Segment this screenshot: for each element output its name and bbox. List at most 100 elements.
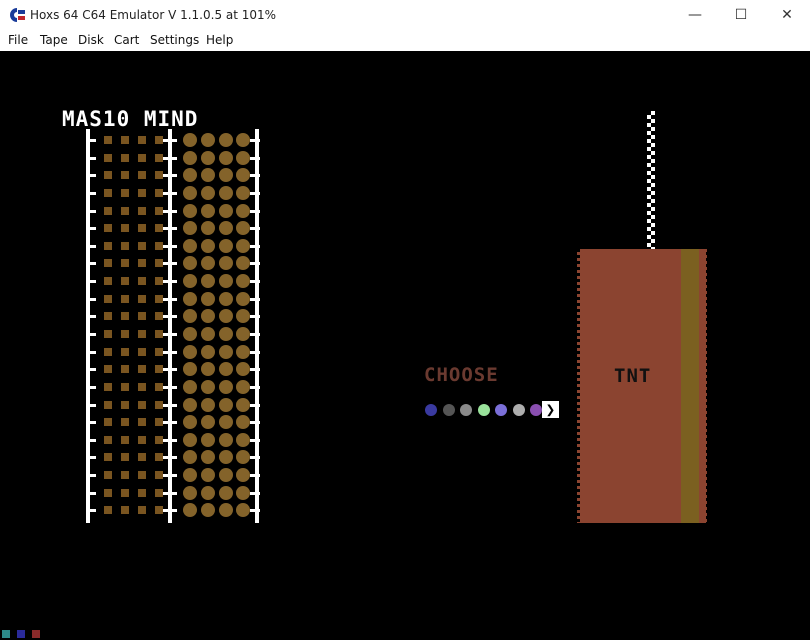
code-peg — [219, 150, 233, 165]
hint-peg — [155, 206, 163, 215]
code-peg — [183, 309, 197, 324]
hint-peg — [138, 506, 146, 515]
hint-peg — [138, 136, 146, 144]
hint-peg — [121, 347, 129, 356]
code-peg — [183, 485, 197, 500]
code-peg — [201, 133, 215, 147]
code-peg — [201, 450, 215, 465]
code-peg — [219, 274, 233, 289]
hint-peg — [121, 453, 129, 462]
code-peg — [201, 327, 215, 341]
board-tick — [163, 333, 177, 336]
board-tick — [86, 491, 96, 495]
menu-help[interactable]: Help — [206, 33, 233, 47]
palette-color-2[interactable] — [442, 404, 455, 416]
code-peg — [183, 203, 197, 218]
hint-peg — [155, 506, 163, 515]
board-tick — [86, 174, 96, 178]
menu-cart[interactable]: Cart — [114, 33, 139, 47]
tnt-left-edge — [577, 249, 583, 523]
code-peg — [183, 150, 197, 165]
code-peg — [236, 309, 250, 324]
code-peg — [236, 291, 250, 306]
hint-peg — [138, 347, 146, 356]
game-title: MAS10 MIND — [62, 107, 199, 131]
hint-peg — [155, 259, 163, 268]
hint-peg — [138, 382, 146, 391]
selector-arrow-icon[interactable]: ❯ — [542, 401, 559, 418]
hint-peg — [104, 435, 112, 444]
hint-peg — [104, 506, 112, 515]
code-peg — [183, 274, 197, 289]
palette-color-3[interactable] — [460, 404, 472, 416]
hint-peg — [104, 224, 112, 233]
code-peg — [219, 238, 233, 253]
code-peg — [183, 238, 197, 253]
hint-peg — [121, 241, 129, 250]
code-peg — [201, 291, 215, 306]
hint-peg — [138, 471, 146, 480]
code-peg — [183, 450, 197, 465]
hint-peg — [104, 153, 112, 162]
hint-peg — [138, 418, 146, 427]
code-peg — [201, 468, 215, 483]
code-peg — [183, 397, 197, 412]
code-peg — [201, 379, 215, 394]
code-peg — [183, 362, 197, 377]
maximize-button[interactable]: ☐ — [718, 0, 764, 30]
hint-peg — [104, 312, 112, 321]
code-peg — [236, 362, 250, 377]
code-peg — [236, 485, 250, 500]
hint-peg — [104, 277, 112, 286]
hint-peg — [155, 453, 163, 462]
code-peg — [183, 344, 197, 359]
code-peg — [219, 133, 233, 147]
menu-settings[interactable]: Settings — [150, 33, 199, 47]
code-peg — [201, 432, 215, 447]
menu-file[interactable]: File — [8, 33, 28, 47]
board-tick — [86, 350, 96, 354]
minimize-button[interactable]: — — [672, 0, 718, 30]
code-peg — [236, 185, 250, 200]
hint-peg — [104, 471, 112, 480]
palette-color-7[interactable] — [530, 404, 542, 416]
palette-color-1[interactable] — [425, 404, 437, 416]
code-peg — [219, 432, 233, 447]
title-bar[interactable]: Hoxs 64 C64 Emulator V 1.1.0.5 at 101% —… — [0, 0, 810, 30]
hint-peg — [104, 365, 112, 374]
code-peg — [236, 168, 250, 183]
menu-disk[interactable]: Disk — [78, 33, 104, 47]
hint-peg — [104, 206, 112, 215]
board-tick — [250, 209, 260, 213]
hint-peg — [155, 153, 163, 162]
palette-color-6[interactable] — [512, 404, 525, 416]
board-tick — [163, 385, 177, 389]
code-peg — [219, 468, 233, 483]
hint-peg — [155, 294, 163, 303]
code-peg — [236, 503, 250, 518]
board-tick — [163, 474, 177, 478]
status-led — [17, 630, 25, 638]
board-tick — [86, 438, 96, 442]
board-tick — [250, 191, 260, 195]
hint-peg — [155, 224, 163, 233]
code-peg — [219, 221, 233, 236]
emulator-screen[interactable]: MAS10 MIND CHOOSE ❯ TNT — [0, 51, 810, 640]
menu-bar: File Tape Disk Cart Settings Help — [0, 30, 810, 52]
board-tick — [86, 139, 96, 142]
code-peg — [219, 203, 233, 218]
palette-color-4[interactable] — [477, 404, 490, 416]
hint-peg — [121, 171, 129, 180]
code-peg — [201, 256, 215, 271]
menu-tape[interactable]: Tape — [40, 33, 68, 47]
close-button[interactable]: ✕ — [764, 0, 810, 30]
palette-color-5[interactable] — [495, 404, 507, 416]
hint-peg — [121, 506, 129, 515]
board-tick — [163, 209, 177, 213]
board-tick — [250, 438, 260, 442]
board-tick — [86, 385, 96, 389]
code-peg — [183, 168, 197, 183]
hint-peg — [155, 347, 163, 356]
hint-peg — [155, 471, 163, 480]
board-tick — [163, 227, 177, 231]
